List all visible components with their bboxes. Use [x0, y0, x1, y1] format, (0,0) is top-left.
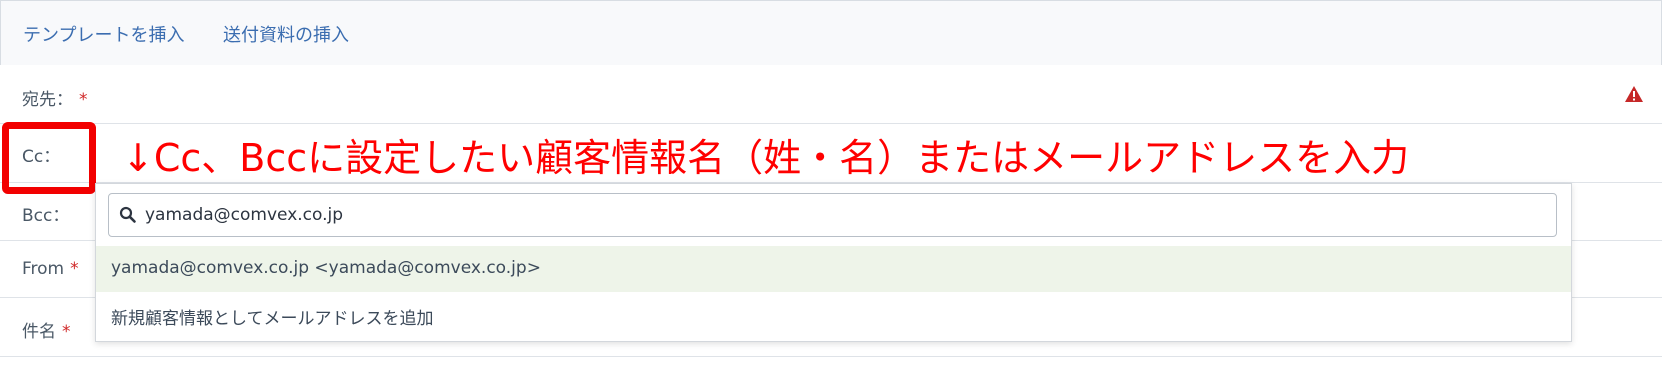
from-label: From *: [22, 259, 79, 279]
option-label: 新規顧客情報としてメールアドレスを追加: [111, 309, 434, 329]
to-row[interactable]: 宛先： *: [0, 65, 1662, 124]
insert-attachment-link[interactable]: 送付資料の挿入: [223, 21, 349, 47]
required-mark: *: [70, 259, 79, 279]
email-toolbar: テンプレートを挿入 送付資料の挿入: [0, 0, 1662, 66]
dropdown-option-email[interactable]: yamada@comvex.co.jp <yamada@comvex.co.jp…: [96, 246, 1571, 292]
annotation-text: ↓Cc、Bccに設定したい顧客情報名（姓・名）またはメールアドレスを入力: [122, 136, 1410, 180]
recipient-search-input[interactable]: yamada@comvex.co.jp: [108, 193, 1557, 237]
bcc-label: Bcc：: [22, 206, 70, 226]
option-label: yamada@comvex.co.jp <yamada@comvex.co.jp…: [111, 258, 541, 278]
subject-label: 件名 *: [22, 322, 71, 342]
cc-highlight-box: [2, 122, 96, 194]
to-label: 宛先： *: [22, 90, 88, 110]
warning-icon: [1625, 86, 1643, 102]
required-mark: *: [79, 90, 88, 110]
dropdown-option-add-new[interactable]: 新規顧客情報としてメールアドレスを追加: [96, 292, 1571, 338]
required-mark: *: [62, 322, 71, 342]
insert-template-link[interactable]: テンプレートを挿入: [23, 21, 184, 47]
recipient-dropdown: yamada@comvex.co.jp yamada@comvex.co.jp …: [95, 183, 1572, 342]
search-icon: [119, 206, 136, 223]
search-value: yamada@comvex.co.jp: [145, 205, 344, 225]
